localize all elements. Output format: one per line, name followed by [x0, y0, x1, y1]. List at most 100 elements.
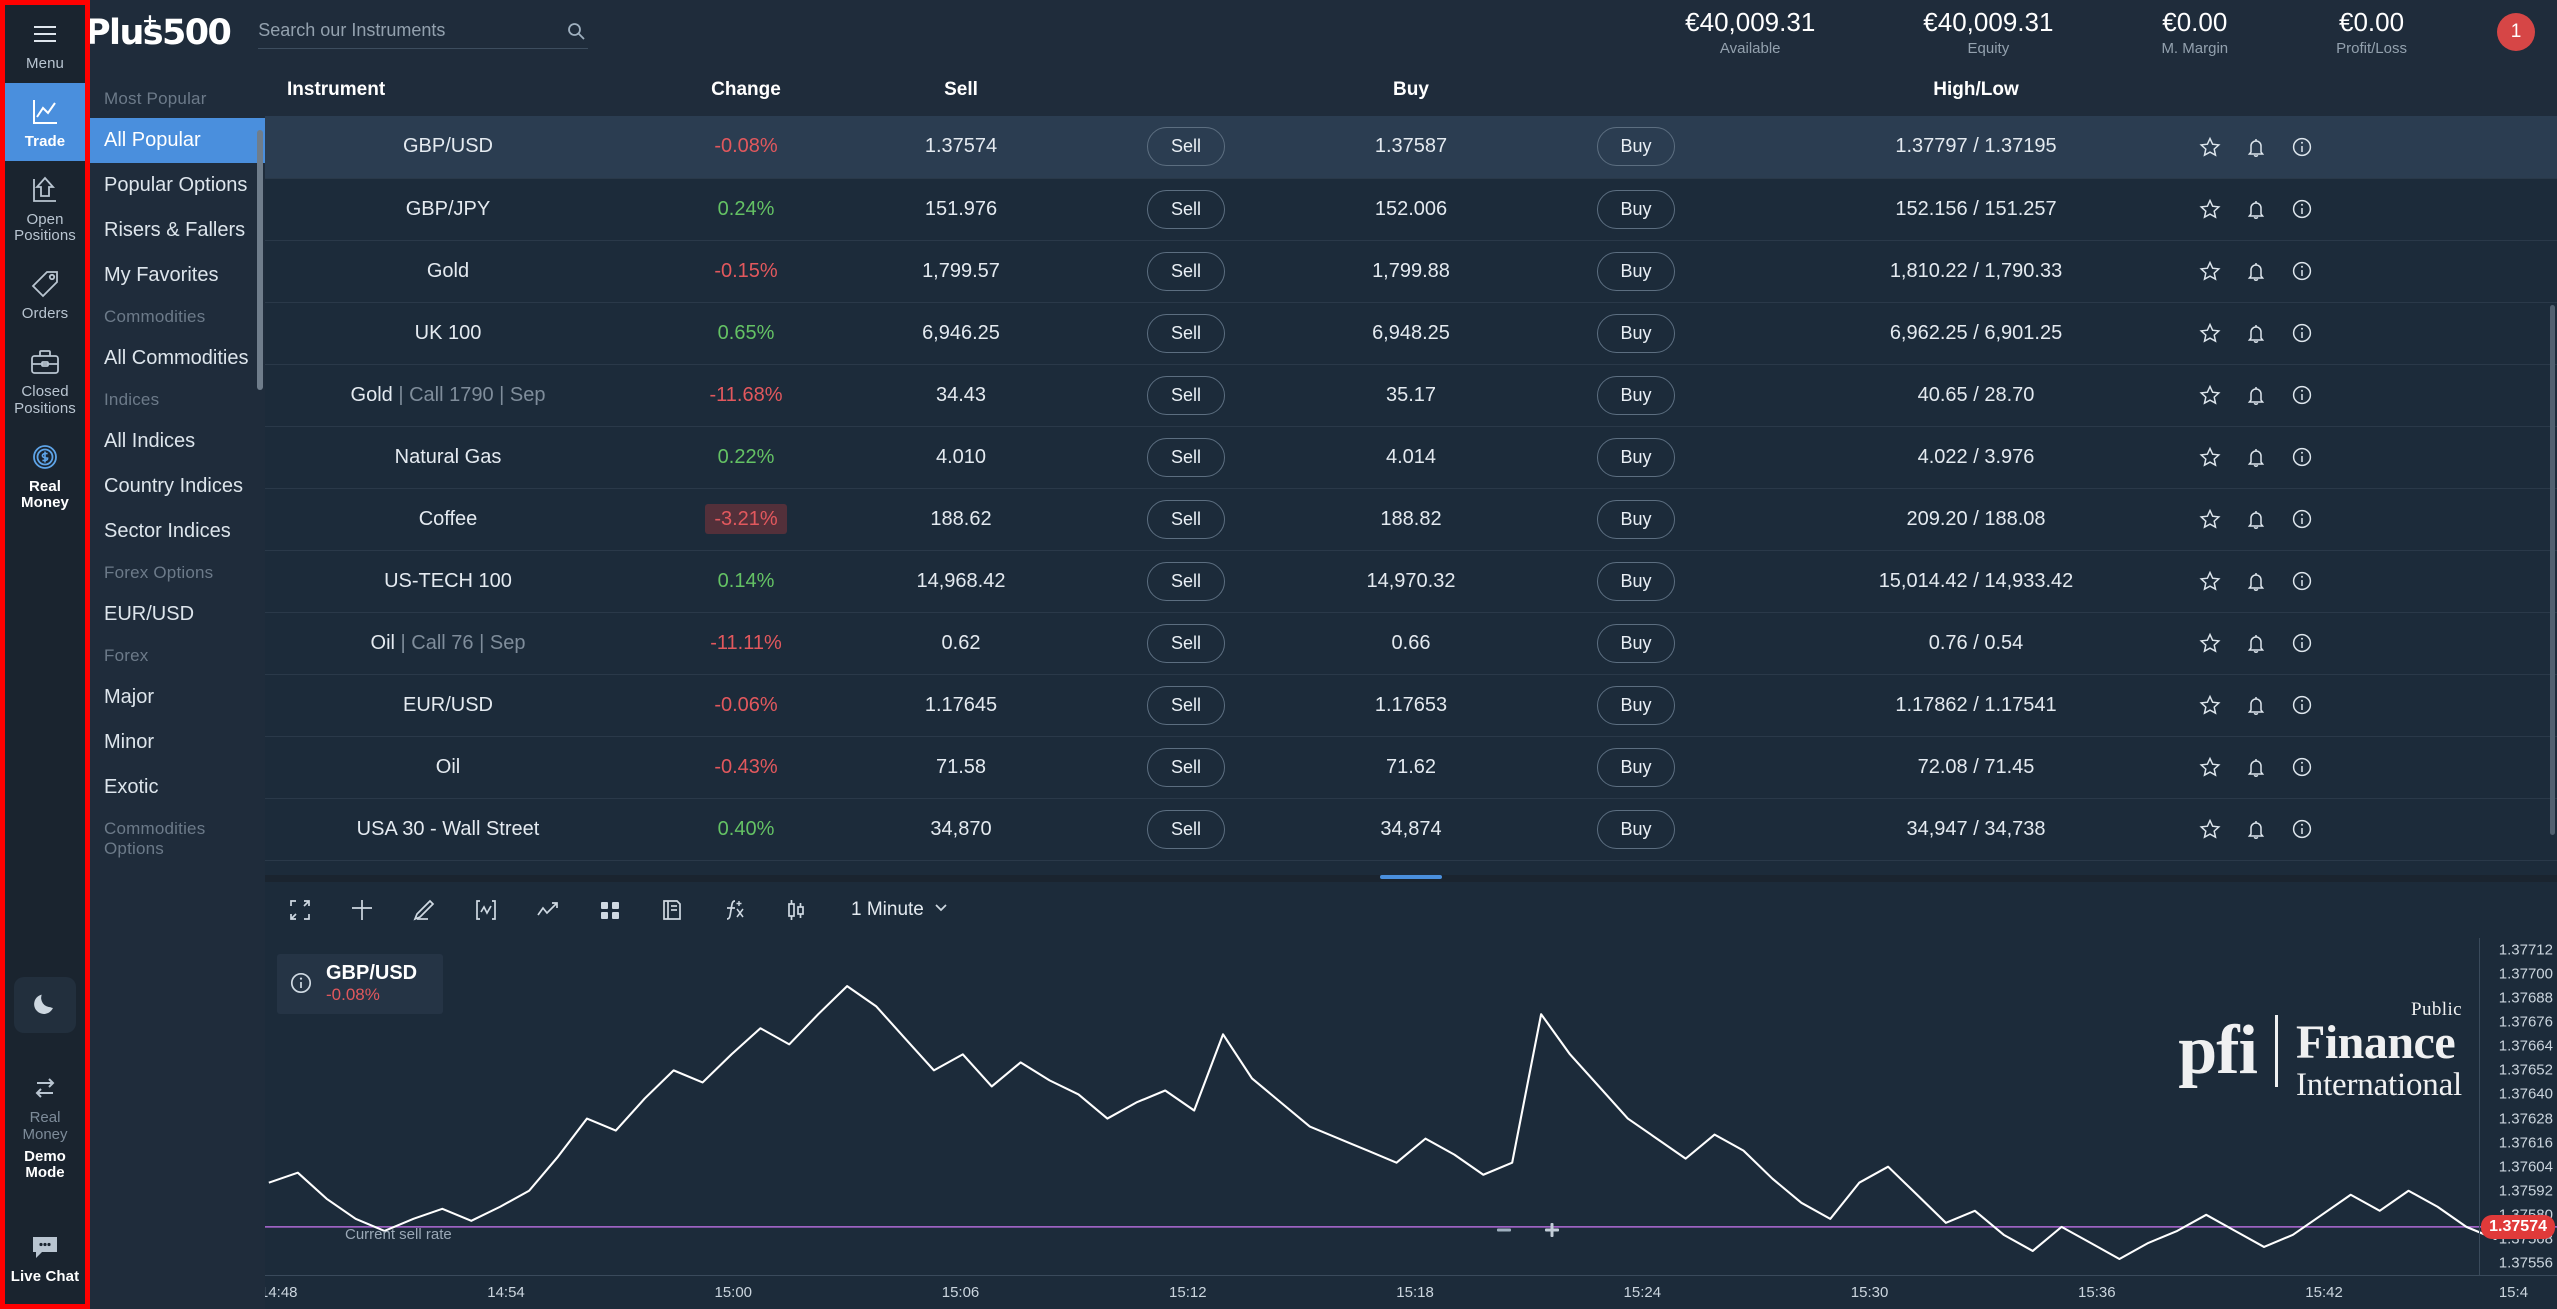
- sidebar-item-orders[interactable]: Orders: [5, 255, 85, 333]
- buy-button[interactable]: Buy: [1597, 127, 1675, 167]
- bell-icon[interactable]: [2245, 446, 2267, 468]
- sell-button[interactable]: Sell: [1147, 375, 1225, 415]
- star-icon[interactable]: [2199, 446, 2221, 468]
- price-axis[interactable]: 1.37712 1.37700 1.37688 1.37676 1.37664 1.376…: [2479, 938, 2557, 1275]
- bell-icon[interactable]: [2245, 632, 2267, 654]
- star-icon[interactable]: [2199, 508, 2221, 530]
- table-row[interactable]: EUR/USD -0.06% 1.17645 Sell 1.17653 Buy 1.1786…: [265, 674, 2557, 737]
- category-scrollbar[interactable]: [257, 130, 263, 390]
- table-row[interactable]: Oil -0.43% 71.58 Sell 71.62 Buy 72.08 / 71.45: [265, 736, 2557, 799]
- bell-icon[interactable]: [2245, 570, 2267, 592]
- sell-button[interactable]: Sell: [1147, 251, 1225, 291]
- table-row[interactable]: Oil | Call 76 | Sep -11.11% 0.62 Sell 0.66 Bu…: [265, 612, 2557, 675]
- info-icon[interactable]: [2291, 384, 2313, 406]
- splitter-grip[interactable]: [1380, 875, 1442, 879]
- chart-interval-selector[interactable]: 1 Minute: [851, 899, 949, 921]
- info-icon[interactable]: [2291, 818, 2313, 840]
- info-icon[interactable]: [2291, 756, 2313, 778]
- bell-icon[interactable]: [2245, 198, 2267, 220]
- sell-button[interactable]: Sell: [1147, 561, 1225, 601]
- crosshair-icon[interactable]: [349, 897, 375, 923]
- time-axis[interactable]: 14:48 14:54 15:00 15:06 15:12 15:18 15:24 15:30…: [260, 1275, 2557, 1309]
- instrument-table-scrollbar[interactable]: [2550, 305, 2555, 835]
- info-icon[interactable]: [2291, 508, 2313, 530]
- buy-button[interactable]: Buy: [1597, 189, 1675, 229]
- star-icon[interactable]: [2199, 136, 2221, 158]
- info-icon[interactable]: [2291, 198, 2313, 220]
- search-input[interactable]: [258, 20, 567, 41]
- info-icon[interactable]: [2291, 260, 2313, 282]
- buy-button[interactable]: Buy: [1597, 313, 1675, 353]
- avatar[interactable]: 1: [2497, 13, 2535, 52]
- category-item-popular-options[interactable]: Popular Options: [90, 163, 265, 208]
- instrument-name-cell[interactable]: Gold | Call 1790 | Sep: [265, 364, 631, 427]
- fullscreen-icon[interactable]: [287, 897, 313, 923]
- table-row[interactable]: US-TECH 100 0.14% 14,968.42 Sell 14,970.32 Bu…: [265, 550, 2557, 613]
- sell-button[interactable]: Sell: [1147, 685, 1225, 725]
- bell-icon[interactable]: [2245, 508, 2267, 530]
- sidebar-item-open-positions[interactable]: Open Positions: [5, 161, 85, 256]
- trendline-icon[interactable]: [535, 897, 561, 923]
- category-item-risers-fallers[interactable]: Risers & Fallers: [90, 208, 265, 253]
- buy-button[interactable]: Buy: [1597, 251, 1675, 291]
- formula-fx-icon[interactable]: [721, 897, 747, 923]
- instrument-name-cell[interactable]: US-TECH 100: [265, 550, 631, 613]
- instrument-name-cell[interactable]: Natural Gas: [265, 426, 631, 489]
- sell-button[interactable]: Sell: [1147, 499, 1225, 539]
- indicator-bracket-icon[interactable]: [473, 897, 499, 923]
- bell-icon[interactable]: [2245, 136, 2267, 158]
- sell-button[interactable]: Sell: [1147, 623, 1225, 663]
- category-item-exotic[interactable]: Exotic: [90, 765, 265, 810]
- instrument-name-cell[interactable]: Coffee: [265, 488, 631, 551]
- category-item-country-indices[interactable]: Country Indices: [90, 464, 265, 509]
- table-row[interactable]: Natural Gas 0.22% 4.010 Sell 4.014 Buy 4.022 /…: [265, 426, 2557, 489]
- instrument-name-cell[interactable]: Oil | Call 76 | Sep: [265, 612, 631, 675]
- star-icon[interactable]: [2199, 198, 2221, 220]
- info-icon[interactable]: [289, 971, 313, 995]
- buy-button[interactable]: Buy: [1597, 685, 1675, 725]
- category-item-major[interactable]: Major: [90, 675, 265, 720]
- star-icon[interactable]: [2199, 322, 2221, 344]
- sell-button[interactable]: Sell: [1147, 437, 1225, 477]
- category-item-my-favorites[interactable]: My Favorites: [90, 253, 265, 298]
- instrument-name-cell[interactable]: Oil: [265, 736, 631, 799]
- category-item-eur-usd[interactable]: EUR/USD: [90, 592, 265, 637]
- sell-button[interactable]: Sell: [1147, 747, 1225, 787]
- sell-button[interactable]: Sell: [1147, 189, 1225, 229]
- pencil-icon[interactable]: [411, 897, 437, 923]
- info-icon[interactable]: [2291, 632, 2313, 654]
- star-icon[interactable]: [2199, 756, 2221, 778]
- instrument-name-cell[interactable]: GBP/USD: [265, 116, 631, 179]
- table-row[interactable]: Gold | Call 1790 | Sep -11.68% 34.43 Sell 35…: [265, 364, 2557, 427]
- bell-icon[interactable]: [2245, 322, 2267, 344]
- star-icon[interactable]: [2199, 818, 2221, 840]
- instrument-name-cell[interactable]: UK 100: [265, 302, 631, 365]
- panel-splitter[interactable]: [265, 875, 2557, 882]
- zoom-out-button[interactable]: [1480, 1213, 1528, 1247]
- sell-button[interactable]: Sell: [1147, 127, 1225, 167]
- layout-grid-icon[interactable]: [597, 897, 623, 923]
- category-item-all-popular[interactable]: All Popular: [90, 118, 265, 163]
- instrument-name-cell[interactable]: USA 30 - Wall Street: [265, 798, 631, 861]
- info-icon[interactable]: [2291, 136, 2313, 158]
- info-icon[interactable]: [2291, 694, 2313, 716]
- sidebar-item-real-money[interactable]: Real Money: [5, 428, 85, 523]
- dark-mode-toggle[interactable]: [14, 977, 76, 1034]
- sell-button[interactable]: Sell: [1147, 809, 1225, 849]
- save-icon[interactable]: [659, 897, 685, 923]
- menu-button[interactable]: Menu: [5, 5, 85, 83]
- bell-icon[interactable]: [2245, 694, 2267, 716]
- table-row[interactable]: Gold -0.15% 1,799.57 Sell 1,799.88 Buy 1,810.2…: [265, 240, 2557, 303]
- table-row[interactable]: Coffee -3.21% 188.62 Sell 188.82 Buy 209.20 / …: [265, 488, 2557, 551]
- plus500-logo[interactable]: Plus500 +: [85, 10, 248, 53]
- bell-icon[interactable]: [2245, 818, 2267, 840]
- info-icon[interactable]: [2291, 570, 2313, 592]
- zoom-in-button[interactable]: [1528, 1213, 1576, 1247]
- info-icon[interactable]: [2291, 322, 2313, 344]
- star-icon[interactable]: [2199, 694, 2221, 716]
- buy-button[interactable]: Buy: [1597, 437, 1675, 477]
- account-mode-switch[interactable]: Real Money Demo Mode: [5, 1059, 85, 1192]
- instrument-name-cell[interactable]: GBP/JPY: [265, 178, 631, 241]
- table-row[interactable]: UK 100 0.65% 6,946.25 Sell 6,948.25 Buy 6,962.…: [265, 302, 2557, 365]
- buy-button[interactable]: Buy: [1597, 499, 1675, 539]
